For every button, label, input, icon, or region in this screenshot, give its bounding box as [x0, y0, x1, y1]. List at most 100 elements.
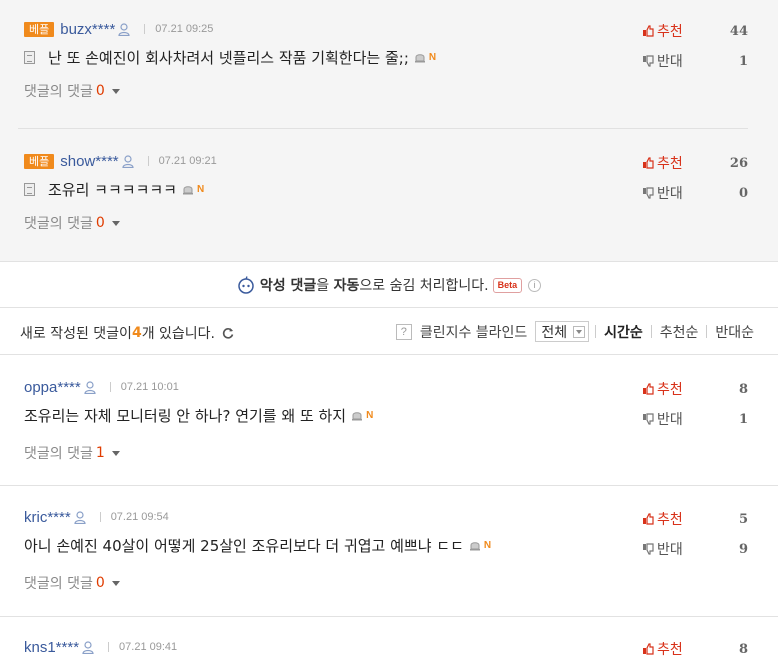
recommend-button[interactable]: 추천 26 [642, 154, 752, 172]
new-comment-count: 4 [131, 325, 142, 341]
info-icon[interactable]: i [528, 278, 542, 292]
report-icon[interactable] [351, 409, 363, 421]
recommend-button[interactable]: 추천 5 [642, 510, 752, 528]
new-icon: N [366, 409, 374, 421]
thumbs-up-icon [643, 383, 654, 395]
reply-count: 0 [95, 215, 105, 231]
recommend-label: 추천 [657, 382, 683, 398]
best-comments-area: 베플 buzx**** 07.21 09:25 추천 44 난 또 손예진이 회… [0, 0, 778, 262]
thumbs-down-icon [643, 55, 654, 67]
user-icon [118, 22, 130, 36]
thumbs-up-icon [643, 25, 654, 37]
recommend-count: 5 [738, 511, 748, 527]
comment-date: 07.21 09:25 [155, 23, 214, 35]
oppose-button[interactable]: 반대 1 [642, 410, 752, 428]
thumbs-down-icon [643, 543, 654, 555]
recommend-label: 추천 [657, 512, 683, 528]
user-icon [74, 510, 86, 524]
comment-text: 조유리 ㅋㅋㅋㅋㅋㅋ [48, 180, 177, 199]
divider [144, 24, 146, 34]
user-icon [82, 640, 94, 654]
recommend-label: 추천 [657, 156, 683, 172]
chevron-down-icon [111, 450, 120, 456]
recommend-button[interactable]: 추천 44 [642, 22, 752, 40]
thumbs-up-icon [643, 643, 654, 655]
report-icon[interactable] [182, 183, 194, 195]
nickname-link[interactable]: show**** [60, 153, 118, 170]
nickname-link[interactable]: kns1**** [24, 639, 79, 656]
report-icon[interactable] [414, 51, 426, 63]
best-badge: 베플 [24, 21, 55, 37]
comment-date: 07.21 09:54 [110, 511, 169, 523]
recommend-button[interactable]: 추천 8 [642, 380, 752, 398]
divider [0, 485, 778, 486]
new-icon: N [483, 539, 492, 551]
recommend-label: 추천 [657, 24, 683, 40]
oppose-count: 1 [738, 53, 748, 69]
document-icon [24, 50, 35, 64]
clean-filter-select[interactable]: 전체 [535, 321, 590, 342]
recommend-count: 44 [729, 23, 748, 39]
help-icon[interactable]: ? [395, 323, 412, 340]
clean-index-label: 클린지수 블라인드 [419, 324, 528, 341]
thumbs-down-icon [643, 187, 654, 199]
recommend-count: 26 [729, 155, 748, 171]
recommend-count: 8 [738, 381, 748, 397]
recommend-button[interactable]: 추천 8 [642, 640, 752, 658]
new-comments-refresh[interactable]: 새로 작성된 댓글이 4개 있습니다. [20, 323, 235, 343]
auto-hide-notice: 악성 댓글을 자동으로 숨김 처리합니다. Beta i [0, 263, 778, 308]
oppose-label: 반대 [657, 54, 683, 70]
thumbs-up-icon [643, 513, 654, 525]
thumbs-up-icon [643, 157, 654, 169]
oppose-button[interactable]: 반대 0 [642, 184, 752, 202]
comment-date: 07.21 09:41 [119, 641, 178, 653]
report-icon[interactable] [469, 539, 481, 551]
reply-toggle[interactable]: 댓글의 댓글 0 [24, 574, 120, 592]
reply-count: 0 [95, 575, 105, 591]
reply-count: 0 [95, 83, 105, 99]
divider [0, 616, 778, 617]
beta-badge: Beta [492, 277, 523, 293]
comment-text: 아니 손예진 40살이 어떻게 25살인 조유리보다 더 귀엽고 예쁘냐 ㄷㄷ [24, 536, 464, 555]
reply-label: 댓글의 댓글 [24, 446, 93, 462]
refresh-icon[interactable] [221, 326, 235, 340]
user-icon [122, 154, 134, 168]
thumbs-down-icon [643, 413, 654, 425]
sort-time[interactable]: 시간순 [596, 322, 651, 342]
divider [99, 512, 101, 522]
nickname-link[interactable]: kric**** [24, 509, 71, 526]
reply-toggle[interactable]: 댓글의 댓글 0 [24, 82, 120, 100]
best-badge: 베플 [24, 153, 55, 169]
reply-toggle[interactable]: 댓글의 댓글 1 [24, 444, 120, 462]
new-icon: N [428, 51, 437, 63]
reply-count: 1 [95, 445, 105, 461]
oppose-count: 0 [738, 185, 748, 201]
robot-icon [238, 276, 254, 294]
sort-oppose[interactable]: 반대순 [707, 322, 754, 342]
reply-toggle[interactable]: 댓글의 댓글 0 [24, 214, 120, 232]
chevron-down-icon [111, 88, 120, 94]
oppose-button[interactable]: 반대 1 [642, 52, 752, 70]
oppose-count: 1 [738, 411, 748, 427]
reply-label: 댓글의 댓글 [24, 84, 93, 100]
divider [109, 382, 111, 392]
nickname-link[interactable]: oppa**** [24, 379, 81, 396]
recommend-count: 8 [738, 641, 748, 657]
reply-label: 댓글의 댓글 [24, 216, 93, 232]
oppose-button[interactable]: 반대 9 [642, 540, 752, 558]
comment-date: 07.21 10:01 [120, 381, 179, 393]
comment-toolbar: 새로 작성된 댓글이 4개 있습니다. ? 클린지수 블라인드 전체 시간순 추… [0, 309, 778, 355]
user-icon [84, 380, 96, 394]
oppose-label: 반대 [657, 186, 683, 202]
chevron-down-icon [111, 220, 120, 226]
comment-text: 난 또 손예진이 회사차려서 넷플리스 작품 기획한다는 줄;; [48, 48, 409, 67]
reply-label: 댓글의 댓글 [24, 576, 93, 592]
new-icon: N [196, 183, 205, 195]
nickname-link[interactable]: buzx**** [60, 21, 115, 38]
recommend-label: 추천 [657, 642, 683, 658]
oppose-label: 반대 [657, 542, 683, 558]
notice-text: 악성 댓글을 자동으로 숨김 처리합니다. [259, 278, 489, 294]
divider [147, 156, 149, 166]
sort-recommend[interactable]: 추천순 [652, 322, 707, 342]
oppose-label: 반대 [657, 412, 683, 428]
